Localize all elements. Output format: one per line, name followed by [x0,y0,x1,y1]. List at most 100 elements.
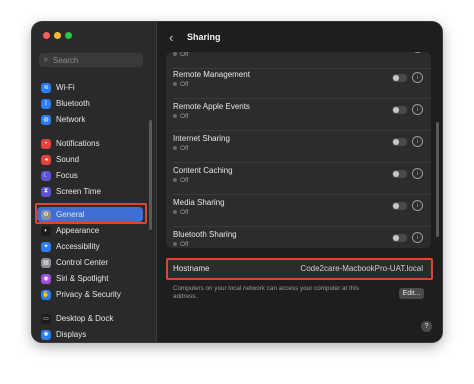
display-icon: ✺ [41,329,51,340]
sidebar-scrollbar[interactable] [149,120,152,230]
bell-icon: • [41,138,51,149]
service-toggle[interactable] [392,106,407,114]
service-row-bluetooth-sharing: Bluetooth Sharing Off i [166,228,431,248]
hourglass-icon: ⧗ [41,186,51,197]
row-divider [173,130,431,131]
sidebar-item-label: Wi-Fi [56,83,75,92]
info-icon[interactable]: i [412,136,423,147]
row-divider [173,226,431,227]
service-status: Off [173,241,189,248]
sidebar-item-general[interactable]: ⚙ General [37,207,143,222]
zoom-button[interactable] [65,32,72,39]
service-name: Remote Apple Events [173,102,250,111]
sidebar-item-network[interactable]: ◍ Network [37,112,143,127]
sidebar-item-privacy-security[interactable]: ✋ Privacy & Security [37,287,143,302]
service-toggle[interactable] [392,138,407,146]
sidebar-item-label: Sound [56,155,80,164]
service-status: Off [173,209,189,216]
sidebar-item-wi-fi[interactable]: ≋ Wi-Fi [37,80,143,95]
sidebar-item-sound[interactable]: ◂ Sound [37,152,143,167]
wifi-icon: ≋ [41,82,51,93]
sidebar-item-label: General [56,210,85,219]
status-dot-icon [173,242,177,247]
sidebar-item-label: Control Center [56,258,109,267]
service-status: Off [173,52,189,58]
row-divider [173,98,431,99]
hand-icon: ✋ [41,289,51,300]
search-input[interactable] [53,55,133,65]
hostname-note: Computers on your local network can acce… [173,285,359,300]
status-dot-icon [173,114,177,119]
help-button[interactable]: ? [421,321,432,332]
page-title: Sharing [187,32,221,42]
edit-button[interactable]: Edit... [399,288,424,299]
sidebar-item-focus[interactable]: ☾ Focus [37,168,143,183]
row-divider [173,194,431,195]
sidebar-item-label: Desktop & Dock [56,314,114,323]
sidebar-item-label: Appearance [56,226,100,235]
info-icon[interactable]: i [412,52,423,53]
gear-icon: ⚙ [41,209,51,220]
service-toggle[interactable] [392,170,407,178]
info-icon[interactable]: i [412,72,423,83]
service-row-remote-login: Remote LoginOffi [166,52,431,68]
sidebar-item-label: Focus [56,171,78,180]
moon-icon: ☾ [41,170,51,181]
toggle-knob [393,107,399,113]
sidebar-item-label: Bluetooth [56,99,90,108]
hostname-label: Hostname [173,264,210,273]
control-center-icon: ▤ [41,257,51,268]
service-name: Content Caching [173,166,233,175]
close-button[interactable] [43,32,50,39]
service-status: Off [173,177,189,184]
sidebar-item-siri-spotlight[interactable]: ◉ Siri & Spotlight [37,271,143,286]
toggle-knob [393,171,399,177]
service-row-remote-management: Remote Management Off i [166,68,431,98]
sidebar-item-label: Network [56,115,86,124]
info-icon[interactable]: i [412,232,423,243]
services-panel: Remote LoginOffiRemote ManagementOffiRem… [166,52,431,248]
dock-icon: ▭ [41,313,51,324]
sidebar-item-label: Accessibility [56,242,100,251]
info-icon[interactable]: i [412,168,423,179]
sidebar-item-label: Siri & Spotlight [56,274,109,283]
service-toggle[interactable] [392,74,407,82]
service-toggle[interactable] [392,202,407,210]
status-dot-icon [173,178,177,183]
toggle-knob [393,75,399,81]
traffic-lights [43,32,72,39]
sidebar-item-notifications[interactable]: • Notifications [37,136,143,151]
speaker-icon: ◂ [41,154,51,165]
info-icon[interactable]: i [412,104,423,115]
sidebar-item-label: Screen Time [56,187,101,196]
back-chevron-icon[interactable]: ‹ [169,30,181,45]
row-divider [173,162,431,163]
sidebar-item-desktop-dock[interactable]: ▭ Desktop & Dock [37,311,143,326]
sidebar-item-label: Privacy & Security [56,290,121,299]
service-toggle[interactable] [392,234,407,242]
sidebar: ⌕ ≋ Wi-Fi ᛒ Bluetooth ◍ Network • Notifications… [32,22,157,342]
main-scrollbar[interactable] [436,122,439,237]
minimize-button[interactable] [54,32,61,39]
sidebar-item-accessibility[interactable]: ✦ Accessibility [37,239,143,254]
sidebar-item-screen-time[interactable]: ⧗ Screen Time [37,184,143,199]
service-name: Media Sharing [173,198,225,207]
sidebar-item-control-center[interactable]: ▤ Control Center [37,255,143,270]
hostname-row: Hostname Code2care-MacbookPro-UAT.local [166,259,431,278]
sidebar-item-bluetooth[interactable]: ᛒ Bluetooth [37,96,143,111]
service-name: Internet Sharing [173,134,230,143]
sidebar-item-displays[interactable]: ✺ Displays [37,327,143,342]
service-status: Off [173,145,189,152]
settings-window: ⌕ ≋ Wi-Fi ᛒ Bluetooth ◍ Network • Notifications… [32,22,442,342]
sidebar-item-appearance[interactable]: ◐ Appearance [37,223,143,238]
toggle-knob [393,139,399,145]
toggle-knob [393,235,399,241]
service-row-remote-apple-events: Remote Apple Events Off i [166,100,431,130]
status-dot-icon [173,210,177,215]
service-name: Remote Management [173,70,250,79]
search-box[interactable]: ⌕ [39,53,143,67]
accessibility-icon: ✦ [41,241,51,252]
info-icon[interactable]: i [412,200,423,211]
status-dot-icon [173,146,177,151]
toggle-knob [393,203,399,209]
